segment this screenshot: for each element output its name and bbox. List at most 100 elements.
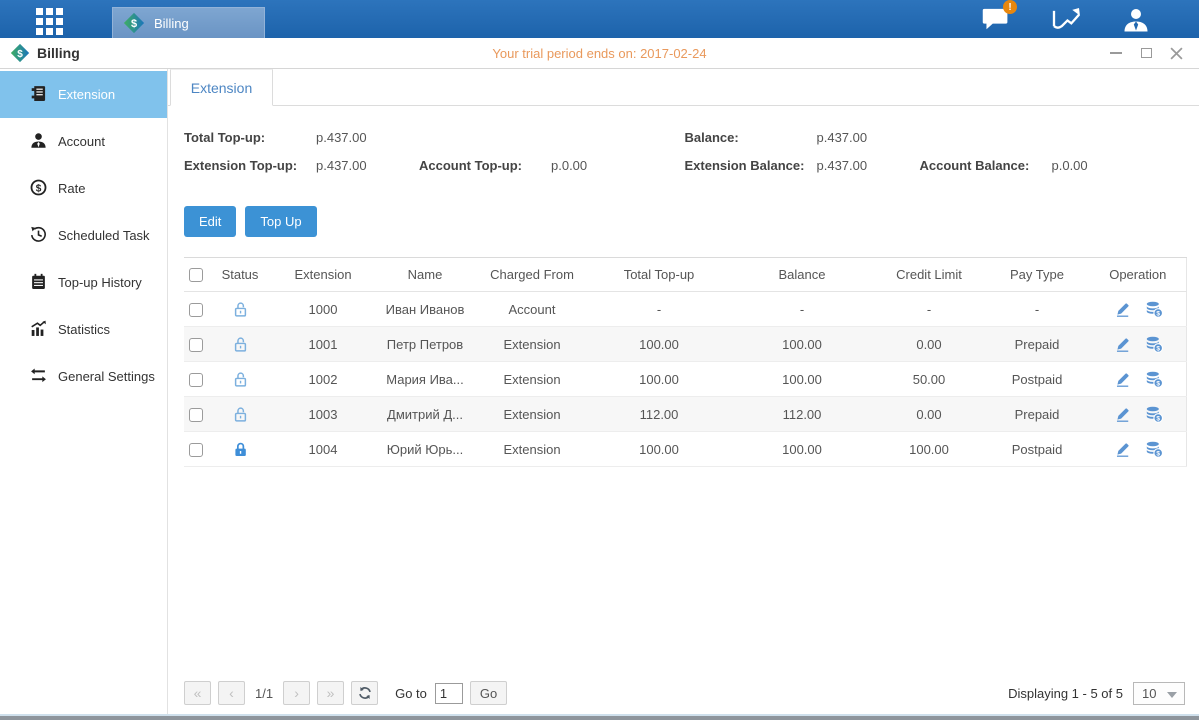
row-checkbox[interactable] — [189, 443, 203, 457]
prev-page-button[interactable]: ‹ — [218, 681, 245, 705]
cell-name: Мария Ива... — [374, 362, 476, 397]
page-size-value: 10 — [1142, 686, 1156, 701]
billing-diamond-icon: $ — [123, 12, 145, 34]
cell-name: Петр Петров — [374, 327, 476, 362]
cell-charged-from: Extension — [476, 327, 588, 362]
edit-pencil-icon[interactable] — [1114, 371, 1131, 388]
cell-extension: 1000 — [272, 292, 374, 327]
window-bottom-edge — [0, 716, 1199, 720]
tab-extension-label: Extension — [191, 80, 252, 96]
sidebar-item-scheduled-task[interactable]: Scheduled Task — [0, 212, 167, 259]
row-checkbox[interactable] — [189, 408, 203, 422]
sidebar-item-rate[interactable]: $Rate — [0, 165, 167, 212]
column-header-credit-limit: Credit Limit — [874, 258, 984, 292]
page-size-select[interactable]: 10 — [1133, 682, 1185, 705]
row-checkbox[interactable] — [189, 373, 203, 387]
svg-text:$: $ — [1156, 345, 1160, 352]
main-panel: Extension Total Top-up:p.437.00 Extensio… — [168, 69, 1199, 714]
trial-notice: Your trial period ends on: 2017-02-24 — [0, 46, 1199, 61]
tab-extension[interactable]: Extension — [170, 69, 273, 106]
table-row-extension-1003: 1003Дмитрий Д...Extension112.00112.000.0… — [184, 397, 1186, 432]
lock-open-icon — [232, 371, 249, 388]
cell-total-topup: 100.00 — [588, 362, 730, 397]
page-indicator: 1/1 — [255, 686, 273, 701]
sidebar-item-top-up-history[interactable]: Top-up History — [0, 259, 167, 306]
top-up-button[interactable]: Top Up — [245, 206, 316, 237]
edit-pencil-icon[interactable] — [1114, 301, 1131, 318]
total-topup-value: p.437.00 — [316, 130, 419, 145]
cell-extension: 1001 — [272, 327, 374, 362]
svg-text:$: $ — [1156, 450, 1160, 457]
account-icon — [30, 132, 47, 152]
sidebar-item-label: Statistics — [58, 322, 110, 337]
notifications-chat-icon[interactable]: ! — [981, 6, 1011, 32]
sidebar-item-extension[interactable]: Extension — [0, 71, 167, 118]
displaying-text: Displaying 1 - 5 of 5 — [1008, 686, 1123, 701]
first-page-button[interactable]: « — [184, 681, 211, 705]
sidebar-item-statistics[interactable]: Statistics — [0, 306, 167, 353]
select-all-checkbox[interactable] — [189, 268, 203, 282]
cell-pay-type: Prepaid — [984, 327, 1090, 362]
account-topup-value: p.0.00 — [551, 158, 654, 173]
general-settings-icon — [30, 367, 47, 387]
cell-pay-type: Prepaid — [984, 397, 1090, 432]
top-up-coins-icon[interactable]: $ — [1145, 301, 1162, 318]
taskbar-tab-label: Billing — [154, 16, 189, 31]
cell-credit-limit: 100.00 — [874, 432, 984, 467]
sidebar-item-general-settings[interactable]: General Settings — [0, 353, 167, 400]
sidebar-item-label: Scheduled Task — [58, 228, 150, 243]
cell-total-topup: 100.00 — [588, 327, 730, 362]
cell-total-topup: 112.00 — [588, 397, 730, 432]
top-up-coins-icon[interactable]: $ — [1145, 336, 1162, 353]
edit-pencil-icon[interactable] — [1114, 406, 1131, 423]
refresh-button[interactable] — [351, 681, 378, 705]
maximize-icon[interactable] — [1139, 46, 1153, 60]
top-up-coins-icon[interactable]: $ — [1145, 406, 1162, 423]
close-icon[interactable] — [1169, 46, 1183, 60]
extension-topup-value: p.437.00 — [316, 158, 419, 173]
cell-charged-from: Extension — [476, 432, 588, 467]
cell-credit-limit: - — [874, 292, 984, 327]
extension-balance-label: Extension Balance: — [685, 158, 817, 173]
row-checkbox[interactable] — [189, 338, 203, 352]
statistics-icon — [30, 320, 47, 340]
balance-label: Balance: — [685, 130, 817, 145]
cell-balance: 100.00 — [730, 327, 874, 362]
svg-text:$: $ — [1156, 380, 1160, 387]
app-menu-grid-icon[interactable] — [36, 8, 63, 35]
edit-pencil-icon[interactable] — [1114, 336, 1131, 353]
extension-icon — [30, 85, 47, 105]
go-button[interactable]: Go — [470, 681, 507, 705]
user-account-icon[interactable] — [1121, 6, 1151, 32]
column-header-name: Name — [374, 258, 476, 292]
statistics-chart-icon[interactable] — [1051, 6, 1081, 32]
rate-icon: $ — [30, 179, 47, 199]
top-up-coins-icon[interactable]: $ — [1145, 441, 1162, 458]
account-balance-label: Account Balance: — [920, 158, 1052, 173]
goto-page-input[interactable] — [435, 683, 463, 704]
cell-total-topup: 100.00 — [588, 432, 730, 467]
cell-extension: 1004 — [272, 432, 374, 467]
sidebar-item-account[interactable]: Account — [0, 118, 167, 165]
column-header-status: Status — [208, 258, 272, 292]
next-page-button[interactable]: › — [283, 681, 310, 705]
last-page-button[interactable]: » — [317, 681, 344, 705]
account-topup-label: Account Top-up: — [419, 158, 551, 173]
cell-balance: 100.00 — [730, 432, 874, 467]
top-up-coins-icon[interactable]: $ — [1145, 371, 1162, 388]
edit-pencil-icon[interactable] — [1114, 441, 1131, 458]
minimize-icon[interactable] — [1109, 46, 1123, 60]
cell-total-topup: - — [588, 292, 730, 327]
column-header-total-top-up: Total Top-up — [588, 258, 730, 292]
taskbar-billing-tab[interactable]: $ Billing — [112, 7, 265, 38]
edit-button[interactable]: Edit — [184, 206, 236, 237]
row-checkbox[interactable] — [189, 303, 203, 317]
topup-history-icon — [30, 273, 47, 293]
extension-balance-value: p.437.00 — [817, 158, 920, 173]
lock-open-icon — [232, 336, 249, 353]
column-header-extension: Extension — [272, 258, 374, 292]
billing-summary: Total Top-up:p.437.00 Extension Top-up:p… — [184, 130, 1185, 186]
taskbar: $ Billing ! — [0, 0, 1199, 38]
svg-text:$: $ — [1156, 310, 1160, 317]
cell-credit-limit: 0.00 — [874, 397, 984, 432]
